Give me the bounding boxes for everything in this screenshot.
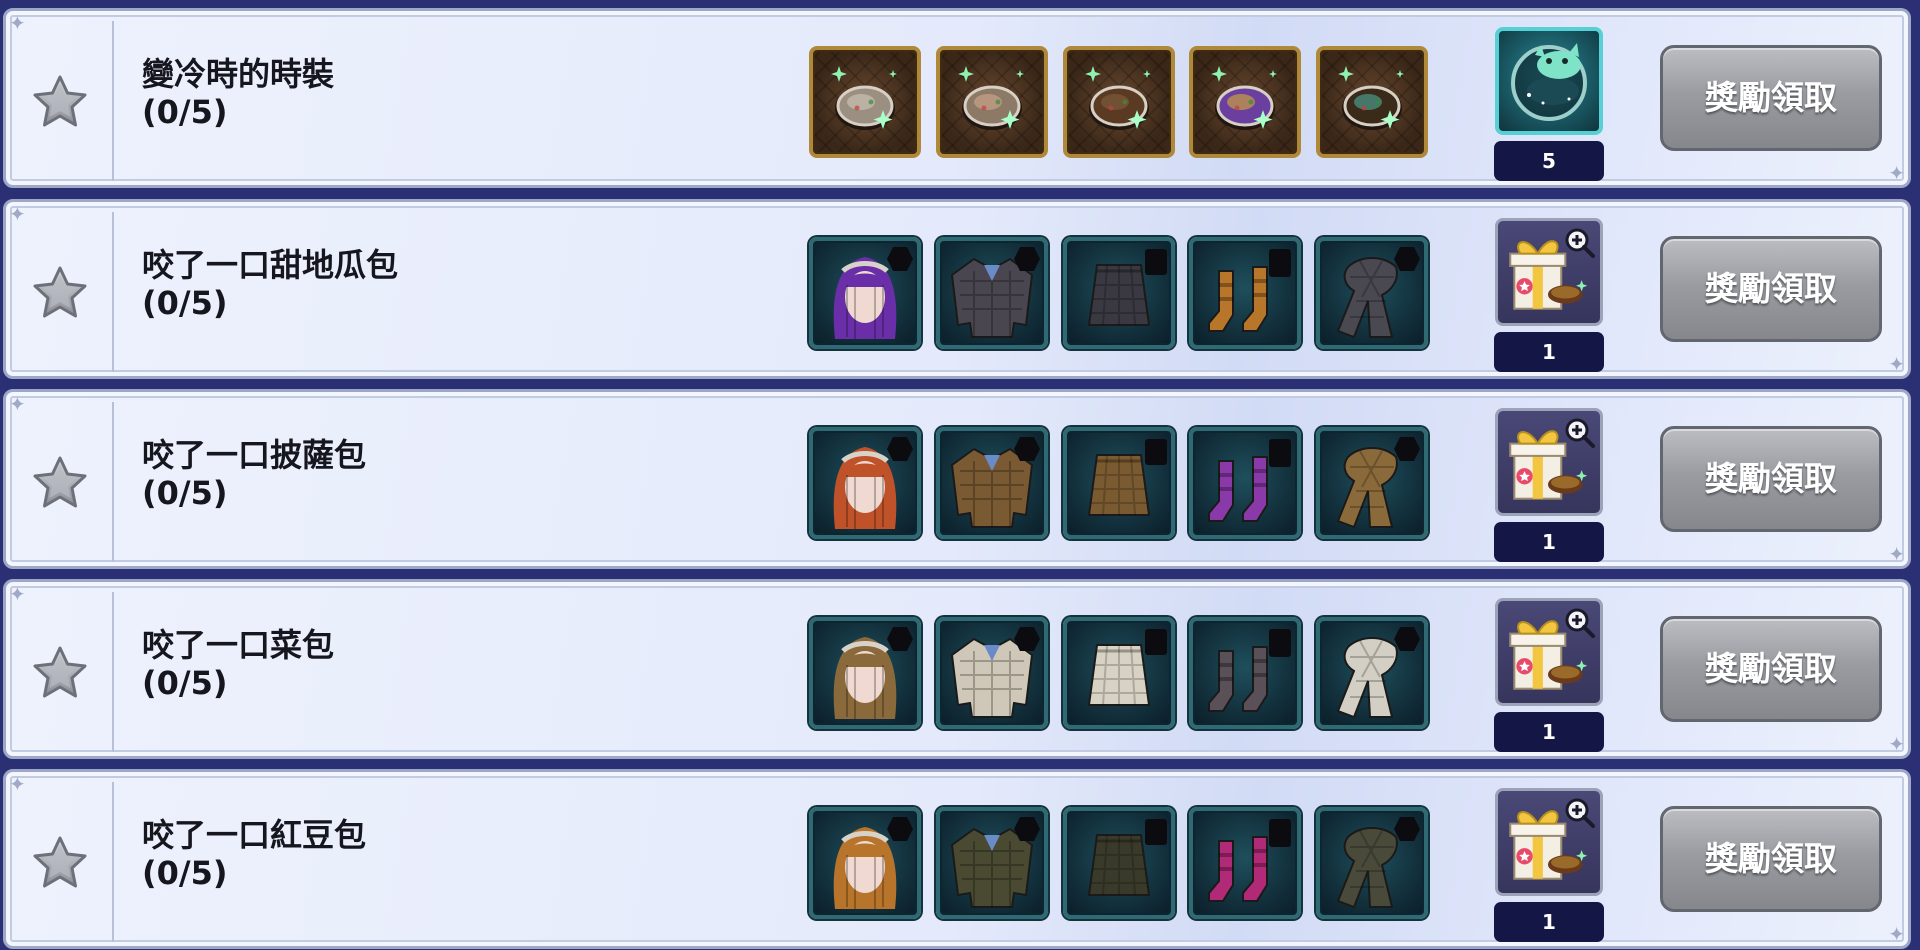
reward-gift-box-icon[interactable] <box>1495 598 1603 706</box>
claim-reward-button[interactable]: 獎勵領取 <box>1660 806 1882 912</box>
reward-count-badge: 1 <box>1494 522 1604 562</box>
required-item-jacket-icon[interactable] <box>936 617 1048 729</box>
divider <box>112 592 114 752</box>
required-item-hair-icon[interactable] <box>809 807 921 919</box>
achievement-progress: (0/5) <box>142 854 228 892</box>
required-item-bread-fashion-icon[interactable] <box>936 46 1048 158</box>
sparkle-icon: ✦ <box>9 202 26 226</box>
sparkle-icon: ✦ <box>9 392 26 416</box>
required-item-bread-fashion-icon[interactable] <box>1063 46 1175 158</box>
required-item-skirt-icon[interactable] <box>1063 237 1175 349</box>
achievement-title: 變冷時的時裝 <box>142 55 335 93</box>
required-item-scarf-icon[interactable] <box>1316 237 1428 349</box>
reward-count-badge: 1 <box>1494 712 1604 752</box>
achievement-list: ✦ ✦ 變冷時的時裝 (0/5) 5 獎勵領取 ✦ ✦ 咬了一口甜地瓜包 (0/5) 1 獎勵領取 ✦ ✦… <box>0 0 1920 950</box>
required-item-skirt-icon[interactable] <box>1063 807 1175 919</box>
required-item-skirt-icon[interactable] <box>1063 617 1175 729</box>
sparkle-icon: ✦ <box>9 582 26 606</box>
achievement-row: ✦ ✦ 咬了一口紅豆包 (0/5) 1 獎勵領取 <box>3 769 1911 949</box>
required-item-skirt-icon[interactable] <box>1063 427 1175 539</box>
star-icon <box>31 454 89 512</box>
achievement-title: 咬了一口披薩包 <box>142 436 367 474</box>
required-item-bread-fashion-icon[interactable] <box>1316 46 1428 158</box>
sparkle-icon: ✦ <box>1888 161 1905 185</box>
sparkle-icon: ✦ <box>1888 732 1905 756</box>
achievement-progress: (0/5) <box>142 664 228 702</box>
claim-reward-button[interactable]: 獎勵領取 <box>1660 236 1882 342</box>
reward-gift-box-icon[interactable] <box>1495 788 1603 896</box>
required-item-bread-fashion-icon[interactable] <box>809 46 921 158</box>
required-item-jacket-icon[interactable] <box>936 427 1048 539</box>
claim-reward-button[interactable]: 獎勵領取 <box>1660 45 1882 151</box>
divider <box>112 782 114 942</box>
reward-gift-box-icon[interactable] <box>1495 218 1603 326</box>
sparkle-icon: ✦ <box>1888 352 1905 376</box>
achievement-row: ✦ ✦ 變冷時的時裝 (0/5) 5 獎勵領取 <box>3 8 1911 188</box>
required-item-bread-fashion-icon[interactable] <box>1189 46 1301 158</box>
achievement-progress: (0/5) <box>142 93 228 131</box>
star-icon <box>31 73 89 131</box>
sparkle-icon: ✦ <box>9 11 26 35</box>
reward-sleeping-pet-icon[interactable] <box>1495 27 1603 135</box>
achievement-title: 咬了一口甜地瓜包 <box>142 246 399 284</box>
required-item-socks-icon[interactable] <box>1189 237 1301 349</box>
claim-reward-button[interactable]: 獎勵領取 <box>1660 616 1882 722</box>
star-icon <box>31 264 89 322</box>
required-item-scarf-icon[interactable] <box>1316 807 1428 919</box>
required-item-jacket-icon[interactable] <box>936 807 1048 919</box>
divider <box>112 21 114 181</box>
sparkle-icon: ✦ <box>9 772 26 796</box>
required-item-jacket-icon[interactable] <box>936 237 1048 349</box>
achievement-title: 咬了一口菜包 <box>142 626 335 664</box>
reward-count-badge: 1 <box>1494 332 1604 372</box>
achievement-title: 咬了一口紅豆包 <box>142 816 367 854</box>
achievement-progress: (0/5) <box>142 474 228 512</box>
sparkle-icon: ✦ <box>1888 922 1905 946</box>
required-item-hair-icon[interactable] <box>809 617 921 729</box>
required-item-scarf-icon[interactable] <box>1316 427 1428 539</box>
claim-reward-button[interactable]: 獎勵領取 <box>1660 426 1882 532</box>
reward-count-badge: 5 <box>1494 141 1604 181</box>
required-item-hair-icon[interactable] <box>809 427 921 539</box>
achievement-row: ✦ ✦ 咬了一口菜包 (0/5) 1 獎勵領取 <box>3 579 1911 759</box>
required-item-socks-icon[interactable] <box>1189 427 1301 539</box>
star-icon <box>31 644 89 702</box>
required-item-scarf-icon[interactable] <box>1316 617 1428 729</box>
achievement-row: ✦ ✦ 咬了一口披薩包 (0/5) 1 獎勵領取 <box>3 389 1911 569</box>
star-icon <box>31 834 89 892</box>
reward-gift-box-icon[interactable] <box>1495 408 1603 516</box>
divider <box>112 402 114 562</box>
sparkle-icon: ✦ <box>1888 542 1905 566</box>
reward-count-badge: 1 <box>1494 902 1604 942</box>
divider <box>112 212 114 372</box>
required-item-hair-icon[interactable] <box>809 237 921 349</box>
required-item-socks-icon[interactable] <box>1189 617 1301 729</box>
required-item-socks-icon[interactable] <box>1189 807 1301 919</box>
achievement-progress: (0/5) <box>142 284 228 322</box>
achievement-row: ✦ ✦ 咬了一口甜地瓜包 (0/5) 1 獎勵領取 <box>3 199 1911 379</box>
